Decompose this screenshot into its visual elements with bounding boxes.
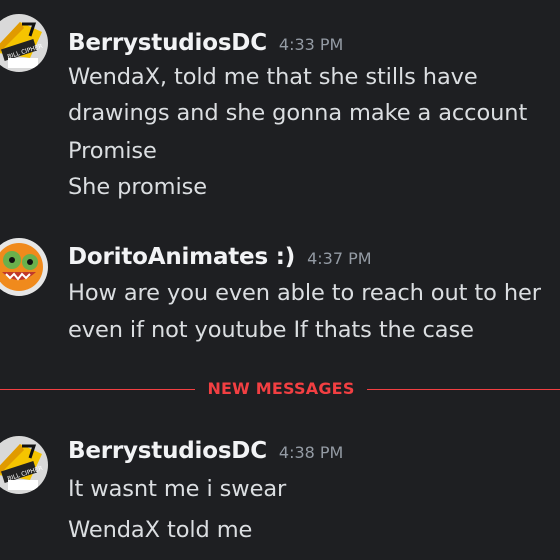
chat-log: BILL CIPHER BerrystudiosDC 4:33 PM WendaX… xyxy=(0,0,560,560)
user-avatar[interactable]: BILL CIPHER xyxy=(0,14,48,72)
divider-line xyxy=(367,389,560,390)
new-messages-divider: NEW MESSAGES xyxy=(0,379,560,398)
berry-avatar-icon: BILL CIPHER xyxy=(0,14,48,72)
message-text: Promise xyxy=(68,138,157,164)
user-avatar[interactable] xyxy=(0,238,48,296)
message-text: It wasnt me i swear xyxy=(68,476,287,502)
timestamp: 4:38 PM xyxy=(278,443,344,462)
message-text: WendaX, told me that she stills have xyxy=(68,64,478,90)
timestamp: 4:33 PM xyxy=(278,35,344,54)
user-avatar[interactable]: BILL CIPHER xyxy=(0,436,48,494)
message-text: She promise xyxy=(68,174,207,200)
username[interactable]: BerrystudiosDC xyxy=(68,438,267,464)
username[interactable]: BerrystudiosDC xyxy=(68,30,267,56)
timestamp: 4:37 PM xyxy=(307,249,372,268)
message-text: even if not youtube If thats the case xyxy=(68,317,474,343)
berry-avatar-icon: BILL CIPHER xyxy=(0,436,48,494)
message-header: DoritoAnimates :) 4:37 PM xyxy=(68,244,372,270)
username[interactable]: DoritoAnimates :) xyxy=(68,244,295,270)
message-text: drawings and she gonna make a account xyxy=(68,100,528,126)
divider-line xyxy=(0,389,195,390)
message-text: How are you even able to reach out to he… xyxy=(68,280,541,306)
message-header: BerrystudiosDC 4:33 PM xyxy=(68,30,343,56)
message-header: BerrystudiosDC 4:38 PM xyxy=(68,438,343,464)
dorito-avatar-icon xyxy=(0,238,48,296)
message-text: WendaX told me xyxy=(68,517,253,543)
new-messages-label: NEW MESSAGES xyxy=(207,379,355,398)
